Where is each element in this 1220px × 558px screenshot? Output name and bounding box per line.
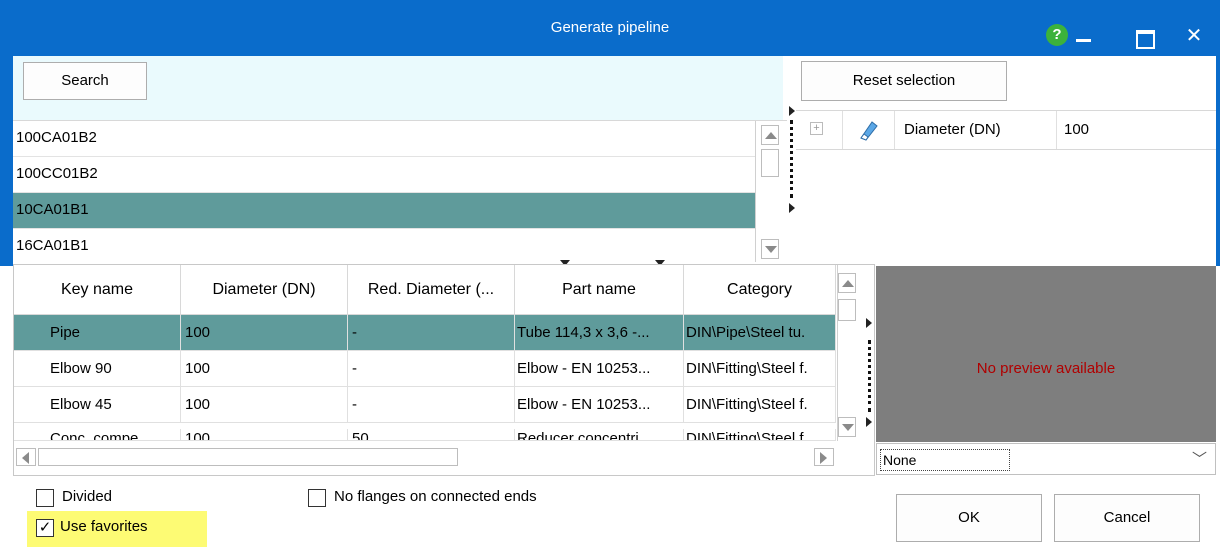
scroll-thumb[interactable] xyxy=(761,149,779,177)
window-frame-right xyxy=(1216,56,1220,266)
column-header-category[interactable]: Category xyxy=(684,265,836,315)
splitter-arrow-icon[interactable] xyxy=(866,318,872,328)
table-cell[interactable]: Reducer concentri... xyxy=(515,429,684,441)
table-cell[interactable]: Conc. compe... xyxy=(14,429,181,441)
column-header-key-name[interactable]: Key name xyxy=(14,265,181,315)
table-cell[interactable]: - xyxy=(348,315,515,351)
splitter-arrow-icon[interactable] xyxy=(866,417,872,427)
splitter-arrow-icon[interactable] xyxy=(789,203,795,213)
scroll-down-icon[interactable] xyxy=(838,417,856,437)
column-header-red-diameter[interactable]: Red. Diameter (... xyxy=(348,265,515,315)
column-header-part-name[interactable]: Part name xyxy=(515,265,684,315)
divided-label[interactable]: Divided xyxy=(62,488,112,505)
list-item-selected[interactable]: 10CA01B1 xyxy=(13,193,755,229)
table-cell[interactable]: Elbow 90 xyxy=(14,351,181,387)
ok-button[interactable]: OK xyxy=(896,494,1042,542)
grid-horizontal-scrollbar[interactable] xyxy=(14,443,836,475)
cancel-button[interactable]: Cancel xyxy=(1054,494,1200,542)
reset-selection-button[interactable]: Reset selection xyxy=(801,61,1007,101)
vertical-splitter[interactable] xyxy=(790,120,793,198)
scroll-up-icon[interactable] xyxy=(761,125,779,145)
table-cell[interactable]: - xyxy=(348,351,515,387)
table-cell[interactable]: Elbow - EN 10253... xyxy=(515,351,684,387)
maximize-icon[interactable] xyxy=(1130,22,1158,50)
property-name: Diameter (DN) xyxy=(904,121,1001,138)
scroll-thumb[interactable] xyxy=(38,448,458,466)
table-cell[interactable]: 100 xyxy=(181,387,348,423)
help-icon[interactable]: ? xyxy=(1046,24,1068,46)
preview-select-value[interactable]: None xyxy=(880,449,1010,471)
splitter-arrow-icon[interactable] xyxy=(789,106,795,116)
divided-checkbox[interactable] xyxy=(36,489,54,507)
parts-grid[interactable]: Key name Diameter (DN) Red. Diameter (..… xyxy=(13,264,875,476)
scroll-left-icon[interactable] xyxy=(16,448,36,466)
list-item[interactable]: 100CC01B2 xyxy=(13,157,755,193)
table-cell[interactable]: DIN\Fitting\Steel f. xyxy=(684,429,836,441)
table-cell[interactable]: - xyxy=(348,387,515,423)
vertical-splitter[interactable] xyxy=(868,340,871,412)
spec-list[interactable]: 100CA01B2 100CC01B2 10CA01B1 16CA01B1 xyxy=(13,120,787,262)
property-row[interactable]: + Diameter (DN) 100 xyxy=(796,110,1216,150)
no-flanges-checkbox[interactable] xyxy=(308,489,326,507)
scroll-up-icon[interactable] xyxy=(838,273,856,293)
expand-icon[interactable]: + xyxy=(810,122,823,135)
close-icon[interactable]: ✕ xyxy=(1180,22,1208,50)
property-value[interactable]: 100 xyxy=(1064,111,1089,149)
table-cell[interactable]: Elbow 45 xyxy=(14,387,181,423)
table-cell[interactable]: 100 xyxy=(181,315,348,351)
preview-message: No preview available xyxy=(976,360,1116,377)
chevron-down-icon[interactable]: ﹀ xyxy=(1192,448,1207,469)
use-favorites-label[interactable]: Use favorites xyxy=(60,518,148,535)
list-item[interactable]: 16CA01B1 xyxy=(13,229,755,262)
table-cell[interactable]: 100 xyxy=(181,429,348,441)
search-button[interactable]: Search xyxy=(23,62,147,100)
table-cell[interactable]: 100 xyxy=(181,351,348,387)
column-header-diameter[interactable]: Diameter (DN) xyxy=(181,265,348,315)
table-cell[interactable]: Elbow - EN 10253... xyxy=(515,387,684,423)
table-cell[interactable]: DIN\Pipe\Steel tu. xyxy=(684,315,836,351)
eraser-icon[interactable] xyxy=(858,119,878,141)
use-favorites-checkbox[interactable]: ✓ xyxy=(36,519,54,537)
list-scrollbar[interactable] xyxy=(755,121,785,262)
scroll-right-icon[interactable] xyxy=(814,448,834,466)
table-cell[interactable]: DIN\Fitting\Steel f. xyxy=(684,387,836,423)
preview-pane xyxy=(876,266,1216,442)
window-frame-left xyxy=(0,56,13,266)
table-cell[interactable]: 50 xyxy=(348,429,515,441)
table-cell[interactable]: DIN\Fitting\Steel f. xyxy=(684,351,836,387)
no-flanges-label[interactable]: No flanges on connected ends xyxy=(334,488,537,505)
list-item[interactable]: 100CA01B2 xyxy=(13,121,755,157)
scroll-thumb[interactable] xyxy=(838,299,856,321)
table-cell[interactable]: Tube 114,3 x 3,6 -... xyxy=(515,315,684,351)
scroll-down-icon[interactable] xyxy=(761,239,779,259)
table-cell[interactable]: Pipe xyxy=(14,315,181,351)
minimize-icon[interactable] xyxy=(1070,22,1098,50)
